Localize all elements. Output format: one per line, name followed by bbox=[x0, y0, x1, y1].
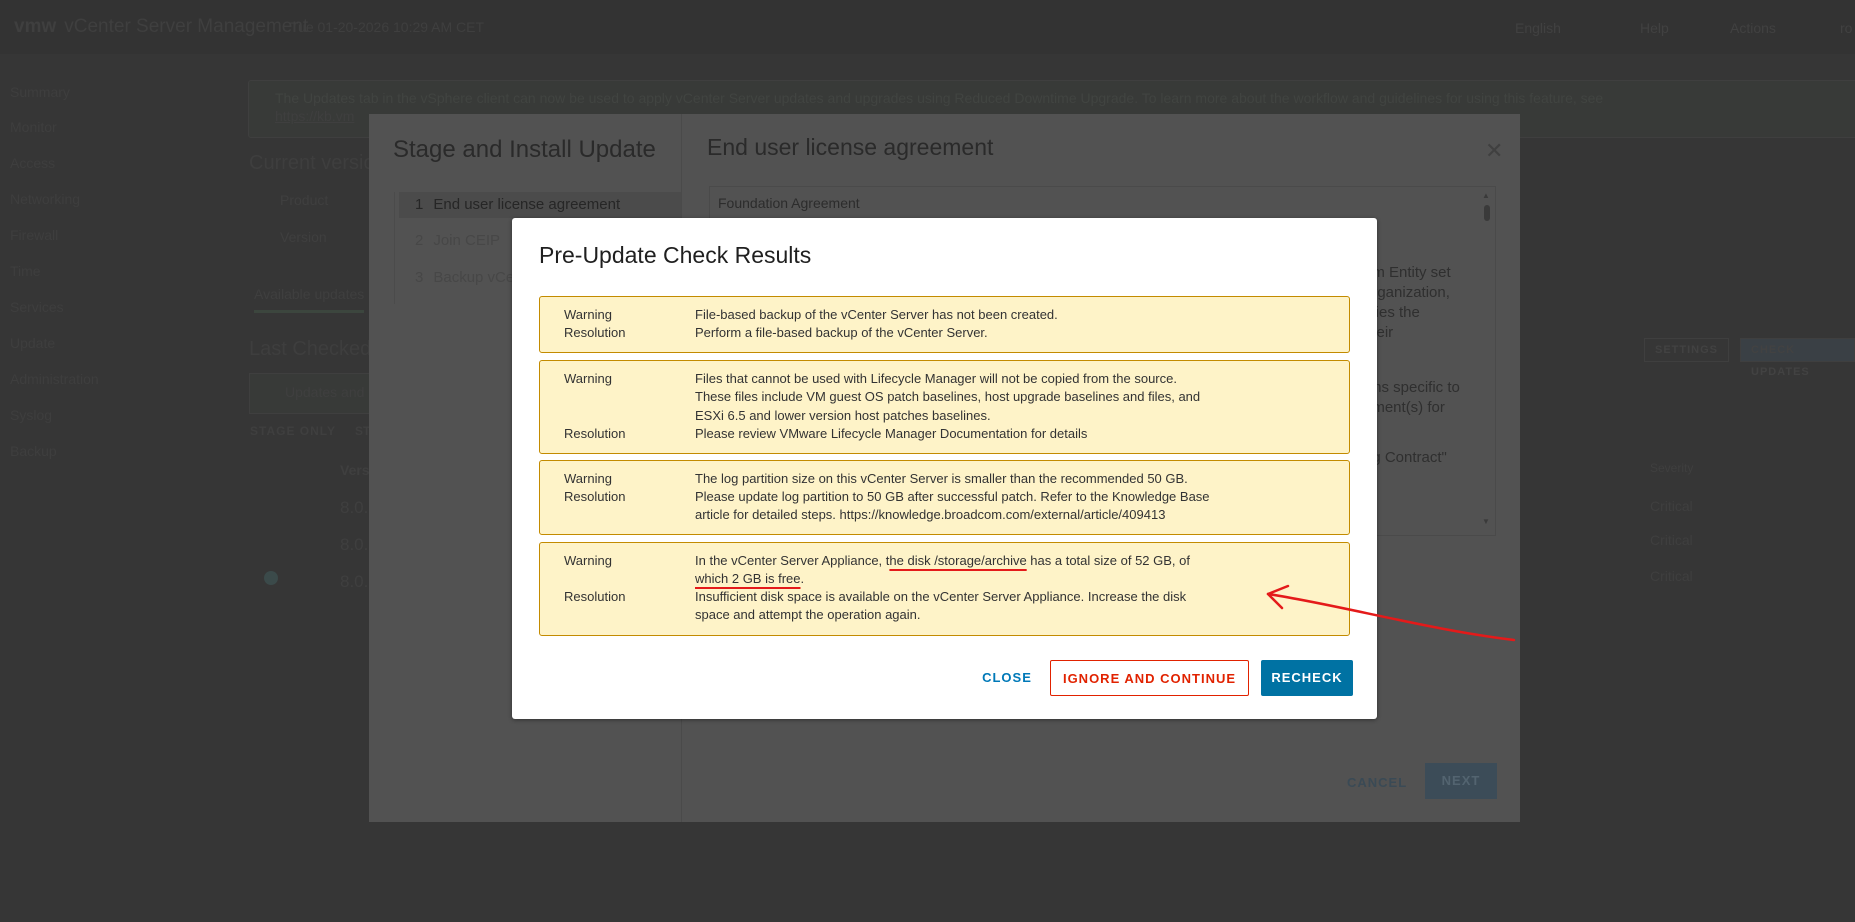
app-title: vCenter Server Management bbox=[64, 16, 309, 37]
sidebar-item-monitor[interactable]: Monitor bbox=[10, 119, 57, 135]
ignore-and-continue-button[interactable]: IGNORE AND CONTINUE bbox=[1050, 660, 1249, 696]
text-line: In the vCenter Server Appliance, the dis… bbox=[695, 552, 1190, 570]
column-severity: Severity bbox=[1650, 461, 1694, 475]
text-line: Please review VMware Lifecycle Manager D… bbox=[695, 426, 1088, 441]
updates-info-text: Updates and bbox=[285, 384, 365, 400]
language-menu[interactable]: English bbox=[1515, 20, 1561, 36]
close-button[interactable]: CLOSE bbox=[967, 660, 1047, 696]
next-button[interactable]: NEXT bbox=[1425, 763, 1497, 799]
severity-cell: Critical bbox=[1650, 568, 1693, 584]
close-icon[interactable]: ✕ bbox=[1485, 138, 1503, 164]
check-updates-button[interactable]: CHECK UPDATES bbox=[1740, 338, 1855, 378]
scroll-up-icon[interactable]: ▲ bbox=[1482, 191, 1490, 200]
dialog-title: Pre-Update Check Results bbox=[539, 242, 812, 268]
text-line: ESXi 6.5 and lower version host patches … bbox=[695, 407, 991, 423]
sidebar-item-firewall[interactable]: Firewall bbox=[10, 227, 58, 243]
step-number: 1 bbox=[415, 196, 424, 213]
sidebar-item-syslog[interactable]: Syslog bbox=[10, 407, 52, 423]
text-fragment: In the vCenter Server Appliance, t bbox=[695, 553, 890, 568]
warning-card: Warning File-based backup of the vCenter… bbox=[539, 296, 1350, 353]
text-line: article for detailed steps. https://know… bbox=[695, 507, 1166, 523]
scrollbar-thumb[interactable] bbox=[1484, 205, 1490, 221]
text-line: Files that cannot be used with Lifecycle… bbox=[695, 371, 1177, 386]
actions-menu[interactable]: Actions bbox=[1730, 20, 1776, 36]
wizard-step-eula[interactable]: 1 End user license agreement bbox=[399, 192, 681, 218]
warning-card: Warning The log partition size on this v… bbox=[539, 460, 1350, 535]
resolution-label: Resolution bbox=[564, 589, 626, 604]
step-number: 2 bbox=[415, 232, 424, 249]
eula-text: rms specific to bbox=[1364, 379, 1460, 396]
eula-scrollbar[interactable]: ▲ ▼ bbox=[1482, 191, 1492, 531]
resolution-text: Perform a file-based backup of the vCent… bbox=[695, 324, 988, 342]
stage-only-button[interactable]: STAGE ONLY bbox=[250, 424, 336, 438]
sidebar-item-networking[interactable]: Networking bbox=[10, 191, 80, 207]
eula-text: om Entity set bbox=[1364, 264, 1451, 281]
text-line: Perform a file-based backup of the vCent… bbox=[695, 325, 988, 340]
annotated-free-space: which 2 GB is free bbox=[695, 571, 801, 587]
last-checked-heading: Last Checked bbox=[249, 338, 372, 360]
info-banner-text: The Updates tab in the vSphere client ca… bbox=[275, 90, 1604, 106]
text-line: Insufficient disk space is available on … bbox=[695, 589, 1187, 604]
sidebar-item-time[interactable]: Time bbox=[10, 263, 41, 279]
step-number: 3 bbox=[415, 269, 424, 286]
version-label: Version bbox=[280, 229, 327, 245]
user-menu[interactable]: ro bbox=[1840, 20, 1852, 36]
sidebar-item-update[interactable]: Update bbox=[10, 335, 55, 351]
warning-card-disk-space: Warning In the vCenter Server Appliance,… bbox=[539, 542, 1350, 636]
steps-divider bbox=[394, 192, 395, 304]
sidebar-item-access[interactable]: Access bbox=[10, 155, 55, 171]
cancel-button[interactable]: CANCEL bbox=[1347, 775, 1407, 790]
warning-text: Files that cannot be used with Lifecycle… bbox=[695, 370, 1200, 425]
step-label: Join CEIP bbox=[433, 232, 501, 249]
text-fragment: has a total size of 52 GB, of bbox=[1026, 553, 1190, 568]
product-label: Product bbox=[280, 192, 329, 208]
resolution-label: Resolution bbox=[564, 325, 626, 340]
recheck-button[interactable]: RECHECK bbox=[1261, 660, 1353, 696]
warning-label: Warning bbox=[564, 471, 612, 486]
app-header: vmw vCenter Server Management Tue 01-20-2… bbox=[0, 0, 1855, 54]
resolution-label: Resolution bbox=[564, 489, 626, 504]
info-banner-link[interactable]: https://kb.vm bbox=[275, 108, 354, 124]
warning-label: Warning bbox=[564, 307, 612, 322]
annotated-disk-path: he disk /storage/archive bbox=[889, 553, 1027, 568]
warning-text: In the vCenter Server Appliance, the dis… bbox=[695, 552, 1190, 589]
app-brand: vmw vCenter Server Management bbox=[14, 16, 308, 38]
text-fragment: . bbox=[800, 571, 805, 587]
text-line: which 2 GB is free. bbox=[695, 570, 1190, 588]
resolution-label: Resolution bbox=[564, 426, 626, 441]
wizard-title: Stage and Install Update bbox=[393, 136, 656, 163]
selected-radio[interactable] bbox=[264, 571, 278, 585]
pre-update-check-dialog: Pre-Update Check Results Warning File-ba… bbox=[512, 218, 1377, 719]
scroll-down-icon[interactable]: ▼ bbox=[1482, 517, 1490, 526]
vmw-logo: vmw bbox=[14, 16, 57, 37]
resolution-text: Insufficient disk space is available on … bbox=[695, 588, 1186, 625]
text-line: Please update log partition to 50 GB aft… bbox=[695, 489, 1210, 504]
resolution-text: Please review VMware Lifecycle Manager D… bbox=[695, 425, 1087, 443]
current-version-heading: Current version bbox=[249, 152, 386, 174]
sidebar-item-backup[interactable]: Backup bbox=[10, 443, 57, 459]
tab-available-updates[interactable]: Available updates bbox=[254, 286, 365, 313]
warning-text: File-based backup of the vCenter Server … bbox=[695, 306, 1058, 324]
settings-button[interactable]: SETTINGS bbox=[1644, 338, 1730, 362]
warning-text: The log partition size on this vCenter S… bbox=[695, 470, 1188, 488]
severity-cell: Critical bbox=[1650, 532, 1693, 548]
eula-title: End user license agreement bbox=[707, 134, 994, 160]
warning-card: Warning Files that cannot be used with L… bbox=[539, 360, 1350, 454]
resolution-text: Please update log partition to 50 GB aft… bbox=[695, 488, 1210, 525]
warning-label: Warning bbox=[564, 553, 612, 568]
warning-label: Warning bbox=[564, 371, 612, 386]
step-label: End user license agreement bbox=[433, 196, 621, 213]
text-line: space and attempt the operation again. bbox=[695, 607, 921, 623]
header-date: Tue 01-20-2026 10:29 AM CET bbox=[290, 19, 485, 35]
text-line: These files include VM guest OS patch ba… bbox=[695, 389, 1201, 405]
sidebar-item-summary[interactable]: Summary bbox=[10, 84, 70, 100]
severity-cell: Critical bbox=[1650, 498, 1693, 514]
help-menu[interactable]: Help bbox=[1640, 20, 1669, 36]
eula-heading: Foundation Agreement bbox=[718, 195, 860, 211]
sidebar-item-services[interactable]: Services bbox=[10, 299, 64, 315]
text-line: The log partition size on this vCenter S… bbox=[695, 471, 1188, 486]
sidebar-item-administration[interactable]: Administration bbox=[10, 371, 99, 387]
text-line: File-based backup of the vCenter Server … bbox=[695, 307, 1058, 322]
